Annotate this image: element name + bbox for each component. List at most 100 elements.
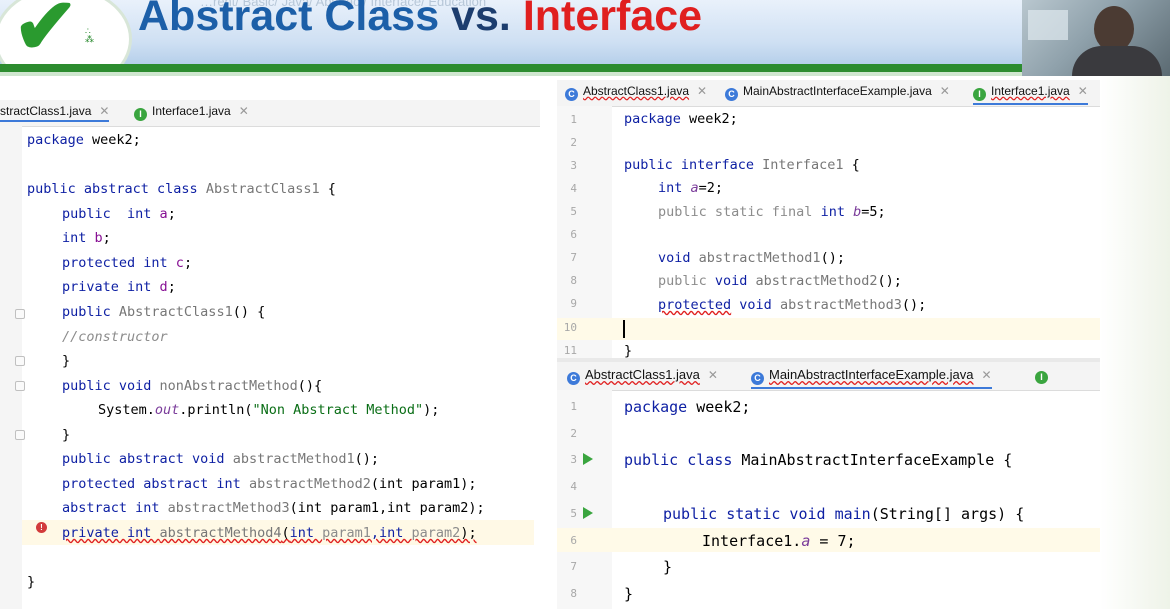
tab-label: Interface1.java [152,104,231,118]
class-icon: C [565,88,578,101]
left-gutter [0,126,22,609]
close-icon[interactable]: ✕ [708,368,718,382]
code-line: public void nonAbstractMethod(){ [62,378,323,394]
presenter-body [1072,46,1162,76]
code-line: } [27,574,36,590]
line-number-gutter [557,390,612,609]
main-editor: C AbstractClass1.java ✕ C MainAbstractInter… [557,362,1100,609]
code-line: public abstract class AbstractClass1 { [27,181,336,197]
close-icon[interactable]: ✕ [1078,84,1088,98]
code-line: package week2; [27,132,141,148]
interface-editor: C AbstractClass1.java ✕ C MainAbstractInter… [557,80,1100,360]
code-line: public interface Interface1 { [624,157,860,173]
run-icon[interactable] [583,453,593,465]
line-number: 2 [570,136,577,149]
line-number: 8 [570,587,577,600]
tab-label: Interface1.java [991,84,1070,98]
code-line: protected void abstractMethod3(); [658,297,927,313]
tab-interface1[interactable]: I Interface1.java ✕ [134,104,249,121]
line-number: 1 [570,113,577,126]
tab-label: AbstractClass1.java [583,84,690,98]
line-number: 3 [570,159,577,172]
code-line: public class MainAbstractInterfaceExampl… [624,451,1013,469]
banner-stripe-light [0,72,1170,76]
code-line: protected abstract int abstractMethod2(i… [62,476,477,492]
left-editor-tabbar: stractClass1.java ✕ I Interface1.java ✕ [0,100,540,127]
text-cursor [623,320,625,338]
tab-mainabstractinterfaceexample[interactable]: C MainAbstractInterfaceExample.java ✕ [725,84,950,101]
interface-icon: I [973,88,986,101]
dots-icon: ∴ ⁂ [85,26,94,44]
banner-stripe [0,64,1170,72]
fold-icon[interactable] [15,430,25,440]
error-icon[interactable]: ! [36,522,47,533]
code-line: } [663,558,673,576]
line-number: 6 [570,534,577,547]
tab-label: MainAbstractInterfaceExample.java [769,367,974,382]
interface-icon: I [1035,371,1048,384]
line-number: 7 [570,560,577,573]
main-editor-tabbar: C AbstractClass1.java ✕ C MainAbstractInter… [557,362,1100,391]
close-icon[interactable]: ✕ [239,104,249,118]
run-icon[interactable] [583,507,593,519]
code-line: //constructor [62,329,168,345]
background-fade [1100,76,1170,609]
tab-abstractclass1[interactable]: stractClass1.java ✕ [0,104,110,122]
code-line: private int d; [62,279,176,295]
code-line: void abstractMethod1(); [658,250,845,266]
title-banner: …rent/ Basic/ Java/ Abstract/ Interface/… [0,0,1170,76]
line-number: 7 [570,251,577,264]
tab-label: AbstractClass1.java [585,367,700,382]
code-line: } [62,353,71,369]
webcam-window [1028,10,1068,40]
title-part-vs: vs. [451,0,511,40]
line-number: 3 [570,453,577,466]
line-number: 11 [563,344,577,357]
tab-abstractclass1[interactable]: C AbstractClass1.java ✕ [565,84,707,101]
current-line-highlight [557,318,1100,340]
code-line: public static final int b=5; [658,204,886,220]
code-line-error: private int abstractMethod4(int param1,i… [62,525,477,541]
code-line: abstract int abstractMethod3(int param1,… [62,500,485,516]
line-number: 8 [570,274,577,287]
code-line: } [624,343,633,359]
line-number: 10 [563,321,577,334]
line-number: 5 [570,205,577,218]
code-line: } [624,585,634,603]
line-number: 5 [570,507,577,520]
fold-icon[interactable] [15,356,25,366]
code-line: public void abstractMethod2(); [658,273,902,289]
class-icon: C [751,372,764,385]
slide-title: Abstract Class vs. Interface [138,0,702,41]
code-line: public static void main(String[] args) { [663,505,1025,523]
code-line: protected int c; [62,255,193,271]
code-line: package week2; [624,111,738,127]
tab-interface1[interactable]: I [1035,367,1053,384]
code-line: System.out.println("Non Abstract Method"… [98,402,440,418]
code-line: int a=2; [658,180,724,196]
close-icon[interactable]: ✕ [940,84,950,98]
class-icon: C [567,372,580,385]
tab-interface1[interactable]: I Interface1.java ✕ [973,84,1088,105]
code-line: } [62,427,71,443]
line-number: 2 [570,427,577,440]
title-part-interface: Interface [522,0,703,40]
close-icon[interactable]: ✕ [981,368,991,382]
close-icon[interactable]: ✕ [99,104,109,118]
close-icon[interactable]: ✕ [697,84,707,98]
check-icon: ✔ [13,0,79,70]
interface-icon: I [134,108,147,121]
fold-icon[interactable] [15,381,25,391]
tab-label: stractClass1.java [0,104,92,118]
tab-label: MainAbstractInterfaceExample.java [743,84,932,98]
presenter-webcam [1022,0,1170,76]
code-line: public int a; [62,206,176,222]
class-icon: C [725,88,738,101]
code-line: package week2; [624,398,751,416]
line-number: 4 [570,182,577,195]
code-line: public AbstractClass1() { [62,304,266,320]
code-line: Interface1.a = 7; [702,532,856,550]
tab-mainabstractinterfaceexample[interactable]: C MainAbstractInterfaceExample.java ✕ [751,367,992,389]
tab-abstractclass1[interactable]: C AbstractClass1.java ✕ [567,367,718,385]
fold-icon[interactable] [15,309,25,319]
